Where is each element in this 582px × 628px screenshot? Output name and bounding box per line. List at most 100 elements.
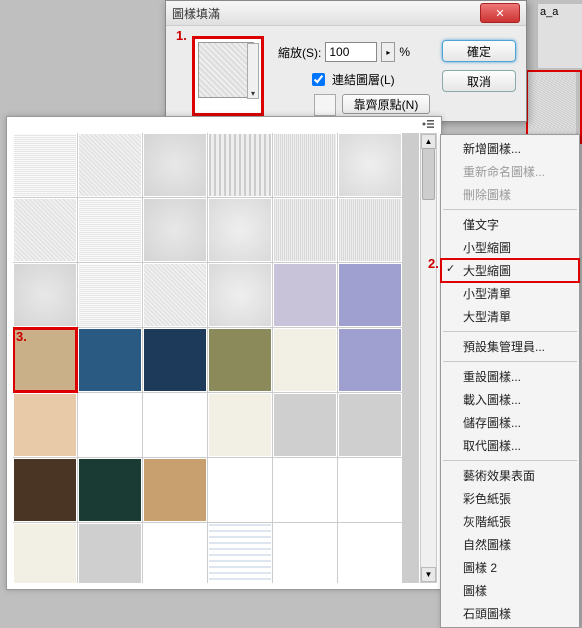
menu-item-label: 大型清單 — [463, 310, 511, 324]
menu-item[interactable]: 小型縮圖 — [441, 236, 579, 259]
menu-item[interactable]: 僅文字 — [441, 213, 579, 236]
swatch-item[interactable] — [78, 198, 142, 262]
scale-unit: % — [399, 45, 410, 59]
scale-input[interactable] — [325, 42, 377, 62]
cancel-button[interactable]: 取消 — [442, 70, 516, 92]
menu-item-label: 藝術效果表面 — [463, 469, 535, 483]
ok-button[interactable]: 確定 — [442, 40, 516, 62]
swatch-scrollbar[interactable]: ▲ ▼ — [420, 133, 437, 583]
preview-side-highlight — [526, 70, 582, 144]
menu-item[interactable]: 儲存圖樣... — [441, 411, 579, 434]
swatch-item[interactable] — [273, 133, 337, 197]
menu-item[interactable]: 載入圖樣... — [441, 388, 579, 411]
swatch-item[interactable] — [273, 198, 337, 262]
scroll-thumb[interactable] — [422, 148, 435, 200]
swatch-item[interactable] — [13, 523, 77, 583]
menu-item[interactable]: 石頭圖樣 — [441, 602, 579, 625]
swatch-item[interactable] — [143, 263, 207, 327]
swatch-item[interactable] — [13, 458, 77, 522]
swatch-item[interactable] — [143, 198, 207, 262]
pattern-preview-highlight: ▾ — [192, 36, 264, 116]
menu-item[interactable]: ✓ 大型縮圖 — [441, 259, 579, 282]
swatch-item[interactable] — [13, 133, 77, 197]
swatch-item[interactable] — [338, 458, 402, 522]
options-chars: a_a — [540, 6, 558, 18]
scale-spinner[interactable]: ▸ — [381, 42, 395, 62]
options-strip: a_a — [537, 4, 582, 68]
swatch-item[interactable] — [208, 458, 272, 522]
scale-row: 縮放(S): ▸ % — [278, 42, 410, 62]
swatch-item[interactable] — [338, 393, 402, 457]
scroll-down-arrow[interactable]: ▼ — [421, 567, 436, 582]
menu-item[interactable]: 大型清單 — [441, 305, 579, 328]
swatch-item-selected[interactable]: 3. — [13, 328, 77, 392]
menu-item-label: 預設集管理員... — [463, 340, 545, 354]
flyout-menu-icon[interactable] — [421, 118, 435, 130]
swatch-item[interactable] — [208, 133, 272, 197]
annotation-3: 3. — [16, 329, 27, 344]
swatch-item[interactable] — [338, 328, 402, 392]
menu-item-label: 大型縮圖 — [463, 264, 511, 278]
menu-item[interactable]: 小型清單 — [441, 282, 579, 305]
menu-item-label: 灰階紙張 — [463, 515, 511, 529]
swatch-item[interactable] — [13, 393, 77, 457]
menu-item[interactable]: 自然圖樣 — [441, 533, 579, 556]
swatch-item[interactable] — [78, 133, 142, 197]
flyout-context-menu: 新增圖樣...重新命名圖樣...刪除圖樣僅文字小型縮圖✓大型縮圖小型清單大型清單… — [440, 134, 580, 628]
swatch-item[interactable] — [78, 263, 142, 327]
annotation-2: 2. — [428, 256, 439, 271]
swatch-item[interactable] — [338, 263, 402, 327]
pattern-picker-panel: 3. ▲ ▼ — [6, 116, 442, 590]
pattern-preview-swatch[interactable] — [198, 42, 254, 98]
swatch-item[interactable] — [273, 328, 337, 392]
swatch-item[interactable] — [338, 133, 402, 197]
swatch-item[interactable] — [78, 328, 142, 392]
menu-item[interactable]: 藝術效果表面 — [441, 464, 579, 487]
menu-item-label: 重設圖樣... — [463, 370, 521, 384]
menu-item[interactable]: 彩色紙張 — [441, 487, 579, 510]
menu-item[interactable]: 預設集管理員... — [441, 335, 579, 358]
menu-item[interactable]: 新增圖樣... — [441, 137, 579, 160]
swatch-item[interactable] — [208, 198, 272, 262]
swatch-item[interactable] — [208, 263, 272, 327]
swatch-item[interactable] — [273, 393, 337, 457]
swatch-item[interactable] — [338, 198, 402, 262]
swatch-item[interactable] — [208, 328, 272, 392]
swatch-item[interactable] — [78, 523, 142, 583]
snap-icon-button[interactable] — [314, 94, 336, 116]
swatch-grid: 3. — [13, 133, 419, 583]
swatch-item[interactable] — [13, 263, 77, 327]
swatch-item[interactable] — [273, 523, 337, 583]
swatch-item[interactable] — [273, 263, 337, 327]
menu-item[interactable]: 圖樣 — [441, 579, 579, 602]
snap-to-origin-button[interactable]: 靠齊原點(N) — [342, 94, 430, 114]
swatch-item[interactable] — [208, 523, 272, 583]
annotation-1: 1. — [176, 28, 187, 43]
swatch-item[interactable] — [143, 393, 207, 457]
swatch-item[interactable] — [13, 198, 77, 262]
scroll-up-arrow[interactable]: ▲ — [421, 134, 436, 149]
menu-item-label: 圖樣 2 — [463, 561, 497, 575]
menu-item[interactable]: 圖樣 2 — [441, 556, 579, 579]
swatch-item[interactable] — [143, 133, 207, 197]
link-layers-checkbox[interactable] — [312, 73, 325, 86]
menu-item-label: 小型縮圖 — [463, 241, 511, 255]
swatch-item[interactable] — [143, 458, 207, 522]
menu-item-label: 小型清單 — [463, 287, 511, 301]
swatch-item[interactable] — [143, 328, 207, 392]
swatch-item[interactable] — [143, 523, 207, 583]
swatch-item[interactable] — [78, 458, 142, 522]
menu-item[interactable]: 重設圖樣... — [441, 365, 579, 388]
menu-item[interactable]: 取代圖樣... — [441, 434, 579, 457]
swatch-item[interactable] — [78, 393, 142, 457]
swatch-item[interactable] — [338, 523, 402, 583]
swatch-item[interactable] — [208, 393, 272, 457]
pattern-dropdown-arrow[interactable]: ▾ — [247, 43, 259, 99]
close-button[interactable]: ✕ — [480, 3, 520, 23]
check-icon: ✓ — [446, 262, 455, 275]
menu-item-label: 重新命名圖樣... — [463, 165, 545, 179]
menu-item-label: 新增圖樣... — [463, 142, 521, 156]
menu-separator — [443, 209, 577, 210]
swatch-item[interactable] — [273, 458, 337, 522]
menu-item[interactable]: 灰階紙張 — [441, 510, 579, 533]
